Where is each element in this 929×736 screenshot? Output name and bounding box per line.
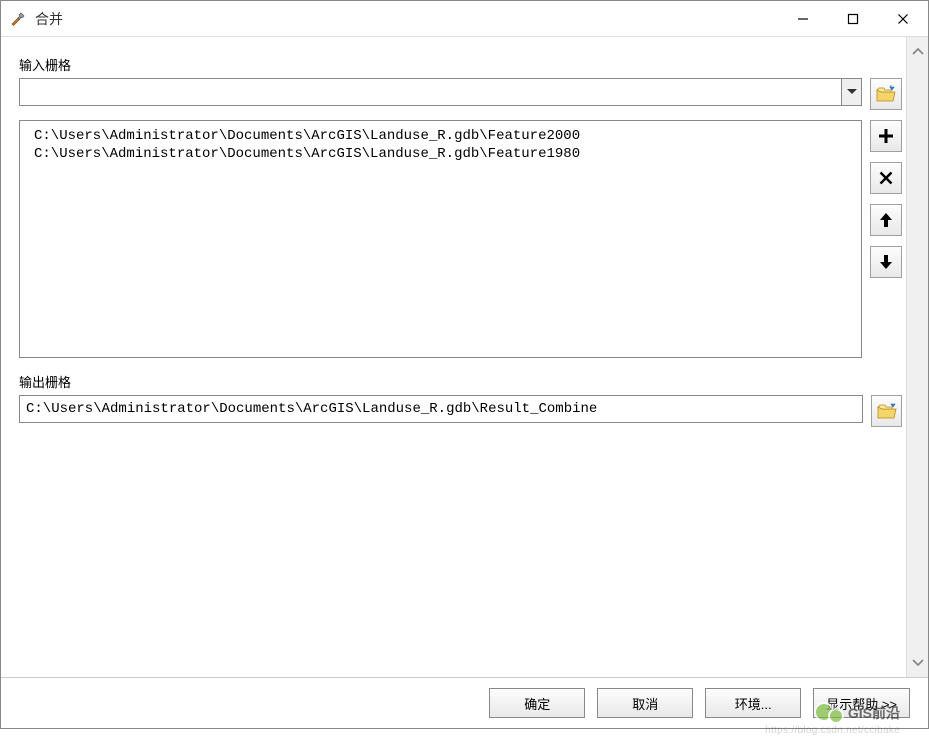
show-help-button[interactable]: 显示帮助 >> (813, 688, 910, 718)
browse-input-button[interactable] (870, 78, 902, 110)
close-button[interactable] (878, 1, 928, 36)
content-scrollbar[interactable] (906, 37, 928, 677)
input-raster-field[interactable] (20, 79, 841, 105)
browse-output-button[interactable] (871, 395, 902, 427)
content-spacer (19, 437, 902, 659)
input-list-section: C:\Users\Administrator\Documents\ArcGIS\… (19, 120, 902, 358)
dialog-window: 合并 输入栅格 C:\Users\Administrator\Documents (0, 0, 929, 729)
move-down-button[interactable] (870, 246, 902, 278)
output-raster-label: 输出栅格 (19, 372, 902, 391)
output-raster-field-wrap (19, 395, 863, 423)
input-row (19, 78, 902, 110)
hammer-icon (9, 10, 27, 28)
window-controls (778, 1, 928, 36)
content-panel: 输入栅格 C:\Users\Administrator\Documents\Ar… (1, 37, 906, 677)
input-list[interactable]: C:\Users\Administrator\Documents\ArcGIS\… (19, 120, 862, 358)
chevron-down-icon[interactable] (841, 79, 861, 105)
input-raster-combo[interactable] (19, 78, 862, 106)
list-actions (870, 120, 902, 358)
output-raster-field[interactable] (26, 401, 856, 417)
cancel-button[interactable]: 取消 (597, 688, 693, 718)
environments-button[interactable]: 环境... (705, 688, 801, 718)
remove-button[interactable] (870, 162, 902, 194)
titlebar: 合并 (1, 1, 928, 37)
watermark-subtext: https://blog.csdn.net/ccibake (765, 725, 900, 736)
chevron-up-icon[interactable] (910, 43, 926, 59)
list-item[interactable]: C:\Users\Administrator\Documents\ArcGIS\… (20, 127, 861, 145)
minimize-button[interactable] (778, 1, 828, 36)
content-wrap: 输入栅格 C:\Users\Administrator\Documents\Ar… (1, 37, 928, 677)
input-raster-label: 输入栅格 (19, 55, 902, 74)
move-up-button[interactable] (870, 204, 902, 236)
ok-button[interactable]: 确定 (489, 688, 585, 718)
chevron-down-icon[interactable] (910, 655, 926, 671)
maximize-button[interactable] (828, 1, 878, 36)
button-bar: 确定 取消 环境... 显示帮助 >> GIS前沿 https://blog.c… (1, 677, 928, 728)
window-title: 合并 (35, 9, 778, 29)
add-button[interactable] (870, 120, 902, 152)
output-row (19, 395, 902, 427)
list-item[interactable]: C:\Users\Administrator\Documents\ArcGIS\… (20, 145, 861, 163)
